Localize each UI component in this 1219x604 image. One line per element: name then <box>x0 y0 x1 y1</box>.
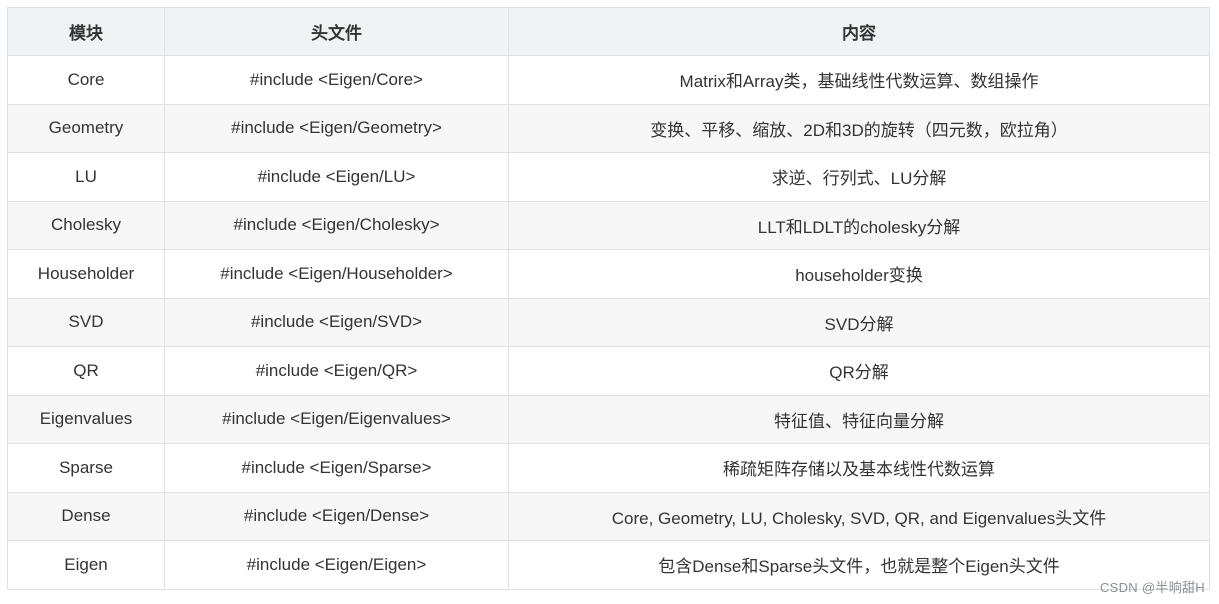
table-row: Eigen #include <Eigen/Eigen> 包含Dense和Spa… <box>7 540 1210 590</box>
table-row: Core #include <Eigen/Core> Matrix和Array类… <box>7 55 1210 105</box>
table-row: Dense #include <Eigen/Dense> Core, Geome… <box>7 491 1210 541</box>
cell-module: Eigen <box>7 540 165 590</box>
cell-content: LLT和LDLT的cholesky分解 <box>508 200 1210 250</box>
cell-module: LU <box>7 152 165 202</box>
cell-header-file: #include <Eigen/Eigenvalues> <box>164 394 509 444</box>
cell-module: Eigenvalues <box>7 394 165 444</box>
cell-content: QR分解 <box>508 346 1210 396</box>
cell-header-file: #include <Eigen/Sparse> <box>164 443 509 493</box>
table-row: QR #include <Eigen/QR> QR分解 <box>7 346 1210 396</box>
cell-header-file: #include <Eigen/Dense> <box>164 491 509 541</box>
cell-content: householder变换 <box>508 249 1210 299</box>
table-header-row: 模块 头文件 内容 <box>7 7 1210 56</box>
cell-module: SVD <box>7 297 165 347</box>
cell-module: QR <box>7 346 165 396</box>
cell-module: Cholesky <box>7 200 165 250</box>
cell-header-file: #include <Eigen/SVD> <box>164 297 509 347</box>
cell-header-file: #include <Eigen/Eigen> <box>164 540 509 590</box>
header-module: 模块 <box>7 7 165 56</box>
cell-content: SVD分解 <box>508 297 1210 347</box>
cell-header-file: #include <Eigen/LU> <box>164 152 509 202</box>
cell-module: Householder <box>7 249 165 299</box>
cell-header-file: #include <Eigen/QR> <box>164 346 509 396</box>
table-row: Householder #include <Eigen/Householder>… <box>7 249 1210 299</box>
cell-module: Dense <box>7 491 165 541</box>
cell-header-file: #include <Eigen/Cholesky> <box>164 200 509 250</box>
cell-header-file: #include <Eigen/Core> <box>164 55 509 105</box>
table-row: Geometry #include <Eigen/Geometry> 变换、平移… <box>7 103 1210 153</box>
cell-module: Geometry <box>7 103 165 153</box>
table-row: Sparse #include <Eigen/Sparse> 稀疏矩阵存储以及基… <box>7 443 1210 493</box>
table-row: LU #include <Eigen/LU> 求逆、行列式、LU分解 <box>7 152 1210 202</box>
cell-module: Core <box>7 55 165 105</box>
table-row: Eigenvalues #include <Eigen/Eigenvalues>… <box>7 394 1210 444</box>
table-row: Cholesky #include <Eigen/Cholesky> LLT和L… <box>7 200 1210 250</box>
header-content: 内容 <box>508 7 1210 56</box>
cell-content: 变换、平移、缩放、2D和3D的旋转（四元数，欧拉角） <box>508 103 1210 153</box>
cell-content: 求逆、行列式、LU分解 <box>508 152 1210 202</box>
cell-module: Sparse <box>7 443 165 493</box>
cell-content: 特征值、特征向量分解 <box>508 394 1210 444</box>
table-row: SVD #include <Eigen/SVD> SVD分解 <box>7 297 1210 347</box>
eigen-modules-table: 模块 头文件 内容 Core #include <Eigen/Core> Mat… <box>7 7 1210 590</box>
cell-content: Core, Geometry, LU, Cholesky, SVD, QR, a… <box>508 491 1210 541</box>
cell-header-file: #include <Eigen/Householder> <box>164 249 509 299</box>
cell-content: 稀疏矩阵存储以及基本线性代数运算 <box>508 443 1210 493</box>
eigen-modules-table-container: 模块 头文件 内容 Core #include <Eigen/Core> Mat… <box>7 7 1210 590</box>
header-header-file: 头文件 <box>164 7 509 56</box>
cell-header-file: #include <Eigen/Geometry> <box>164 103 509 153</box>
cell-content: Matrix和Array类，基础线性代数运算、数组操作 <box>508 55 1210 105</box>
csdn-watermark: CSDN @半晌甜H <box>1099 580 1205 595</box>
